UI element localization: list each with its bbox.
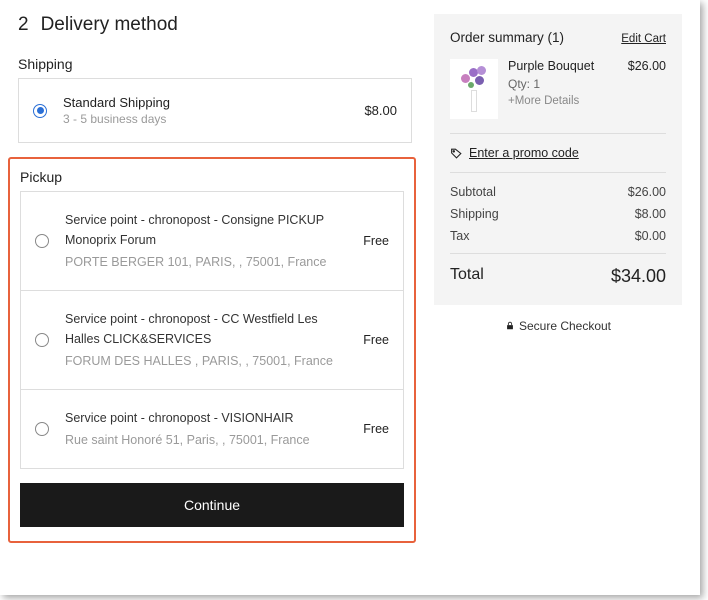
- total-label: Total: [450, 266, 484, 287]
- pickup-option-price: Free: [363, 422, 389, 436]
- promo-row[interactable]: Enter a promo code: [450, 133, 666, 173]
- order-summary-title: Order summary (1): [450, 30, 564, 45]
- product-qty: Qty: 1: [508, 77, 618, 91]
- secure-checkout: Secure Checkout: [434, 319, 682, 333]
- product-row: Purple Bouquet Qty: 1 +More Details $26.…: [450, 59, 666, 119]
- shipping-option-price: $8.00: [364, 103, 397, 118]
- promo-link[interactable]: Enter a promo code: [469, 146, 579, 160]
- pickup-option-title: Service point - chronopost - Consigne PI…: [65, 210, 353, 250]
- step-title: Delivery method: [41, 14, 178, 36]
- pickup-option-title: Service point - chronopost - CC Westfiel…: [65, 309, 353, 349]
- edit-cart-link[interactable]: Edit Cart: [621, 33, 666, 45]
- product-more-details[interactable]: +More Details: [508, 95, 618, 107]
- shipping-section-label: Shipping: [18, 56, 412, 72]
- pickup-option[interactable]: Service point - chronopost - CC Westfiel…: [21, 291, 403, 390]
- shipping-label: Shipping: [450, 207, 499, 221]
- product-thumbnail: [450, 59, 498, 119]
- radio-pickup-2[interactable]: [35, 422, 49, 436]
- lock-icon: [505, 320, 515, 331]
- pickup-option[interactable]: Service point - chronopost - Consigne PI…: [21, 192, 403, 291]
- subtotal-value: $26.00: [628, 185, 666, 199]
- shipping-option-name: Standard Shipping: [63, 95, 364, 110]
- radio-pickup-0[interactable]: [35, 234, 49, 248]
- radio-shipping-standard[interactable]: [33, 104, 47, 118]
- pickup-option-address: PORTE BERGER 101, PARIS, , 75001, France: [65, 252, 353, 272]
- pickup-option-title: Service point - chronopost - VISIONHAIR: [65, 408, 353, 428]
- pickup-list: Service point - chronopost - Consigne PI…: [20, 191, 404, 469]
- pickup-option-price: Free: [363, 333, 389, 347]
- pickup-section-label: Pickup: [20, 169, 404, 185]
- product-name: Purple Bouquet: [508, 59, 618, 73]
- bouquet-icon: [461, 66, 487, 112]
- shipping-option-sub: 3 - 5 business days: [63, 112, 364, 126]
- tag-icon: [450, 147, 463, 160]
- tax-label: Tax: [450, 229, 469, 243]
- order-summary: Order summary (1) Edit Cart: [434, 14, 682, 305]
- secure-checkout-label: Secure Checkout: [519, 319, 611, 333]
- pickup-option-address: FORUM DES HALLES , PARIS, , 75001, Franc…: [65, 351, 353, 371]
- pickup-highlight-box: Pickup Service point - chronopost - Cons…: [8, 157, 416, 543]
- shipping-value: $8.00: [635, 207, 666, 221]
- pickup-option-address: Rue saint Honoré 51, Paris, , 75001, Fra…: [65, 430, 353, 450]
- pickup-option-price: Free: [363, 234, 389, 248]
- product-price: $26.00: [628, 59, 666, 119]
- subtotal-label: Subtotal: [450, 185, 496, 199]
- total-value: $34.00: [611, 266, 666, 287]
- pickup-option[interactable]: Service point - chronopost - VISIONHAIR …: [21, 390, 403, 468]
- shipping-option[interactable]: Standard Shipping 3 - 5 business days $8…: [18, 78, 412, 143]
- continue-button[interactable]: Continue: [20, 483, 404, 527]
- tax-value: $0.00: [635, 229, 666, 243]
- radio-pickup-1[interactable]: [35, 333, 49, 347]
- step-number: 2: [18, 14, 29, 36]
